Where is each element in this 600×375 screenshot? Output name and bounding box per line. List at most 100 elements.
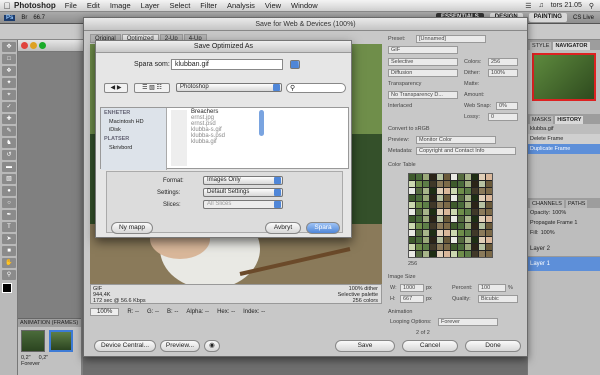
lossy-field[interactable]: 0 [488, 113, 518, 121]
color-swatch[interactable] [465, 237, 471, 243]
color-swatch[interactable] [416, 195, 422, 201]
anim-loop[interactable]: Forever [18, 361, 81, 367]
animation-frame-1[interactable] [21, 330, 45, 352]
color-swatch[interactable] [423, 216, 429, 222]
color-swatch[interactable] [423, 230, 429, 236]
info-time[interactable]: 172 sec @ 56.6 Kbps [93, 298, 146, 304]
color-swatch[interactable] [416, 188, 422, 194]
cancel-button[interactable]: Cancel [402, 340, 458, 352]
color-swatch[interactable] [451, 223, 457, 229]
color-swatch[interactable] [444, 188, 450, 194]
color-swatch[interactable] [430, 202, 436, 208]
color-swatch[interactable] [416, 223, 422, 229]
dodge-tool-icon[interactable]: ○ [2, 198, 16, 208]
color-swatch[interactable] [416, 230, 422, 236]
preview-button[interactable]: Preview... [160, 340, 200, 352]
color-swatch[interactable] [416, 174, 422, 180]
fill-value[interactable]: 100% [541, 230, 555, 236]
eyedropper-icon[interactable]: ✓ [2, 102, 16, 112]
color-swatch[interactable] [437, 181, 443, 187]
color-swatch[interactable] [465, 174, 471, 180]
history-brush-icon[interactable]: ↺ [2, 150, 16, 160]
browser-scrollbar[interactable] [259, 110, 264, 136]
color-swatch[interactable] [465, 230, 471, 236]
color-swatch[interactable] [444, 216, 450, 222]
color-swatch[interactable] [444, 223, 450, 229]
dialog-save-button[interactable]: Spara [306, 222, 340, 234]
browser-icon[interactable]: ◉ [204, 340, 220, 352]
minimize-window-icon[interactable] [30, 42, 37, 49]
save-button[interactable]: Save [335, 340, 395, 352]
color-swatch[interactable] [430, 251, 436, 257]
color-swatch[interactable] [423, 195, 429, 201]
color-swatch[interactable] [458, 188, 464, 194]
color-swatch[interactable] [451, 174, 457, 180]
color-swatch[interactable] [486, 251, 492, 257]
menu-view[interactable]: View [265, 1, 281, 10]
menu-select[interactable]: Select [169, 1, 190, 10]
color-swatch[interactable] [472, 181, 478, 187]
color-swatch[interactable] [444, 230, 450, 236]
color-swatch[interactable] [479, 188, 485, 194]
color-swatch[interactable] [458, 174, 464, 180]
color-swatch[interactable] [437, 202, 443, 208]
color-swatch[interactable] [409, 230, 415, 236]
color-swatch[interactable] [458, 209, 464, 215]
magic-wand-icon[interactable]: ✦ [2, 78, 16, 88]
navigator-thumbnail[interactable] [532, 53, 596, 101]
nav-back-forward[interactable]: ◀ ▶ [104, 83, 128, 93]
layer-row-selected[interactable]: Layer 1 [528, 257, 600, 271]
color-swatch[interactable] [451, 202, 457, 208]
done-button[interactable]: Done [465, 340, 521, 352]
color-swatch[interactable] [465, 209, 471, 215]
spotlight-icon[interactable]: ⚲ [589, 2, 594, 10]
color-swatch[interactable] [409, 174, 415, 180]
apple-icon[interactable]:  [0, 1, 14, 11]
color-swatch[interactable] [479, 202, 485, 208]
color-swatch[interactable] [479, 244, 485, 250]
color-swatch[interactable] [458, 195, 464, 201]
color-swatch[interactable] [458, 223, 464, 229]
color-swatch[interactable] [486, 230, 492, 236]
color-swatch[interactable] [409, 209, 415, 215]
color-swatch[interactable] [458, 202, 464, 208]
color-swatch[interactable] [444, 209, 450, 215]
color-swatch[interactable] [437, 237, 443, 243]
color-swatch[interactable] [451, 216, 457, 222]
color-swatch[interactable] [451, 188, 457, 194]
menu-file[interactable]: File [65, 1, 77, 10]
menu-analysis[interactable]: Analysis [227, 1, 255, 10]
zoom-level[interactable]: 66.7 [33, 15, 45, 21]
sidebar-item-idisk[interactable]: iDisk [101, 126, 166, 134]
width-field[interactable]: 1000 [400, 284, 424, 292]
color-swatch[interactable] [437, 230, 443, 236]
color-swatch[interactable] [472, 223, 478, 229]
color-swatch[interactable] [479, 230, 485, 236]
color-swatch[interactable] [465, 195, 471, 201]
color-swatch[interactable] [486, 244, 492, 250]
close-window-icon[interactable] [21, 42, 28, 49]
color-swatch[interactable] [409, 216, 415, 222]
reduction-select[interactable]: Selective [388, 58, 458, 66]
color-swatch[interactable] [472, 195, 478, 201]
zoom-window-icon[interactable] [39, 42, 46, 49]
color-swatch[interactable] [451, 209, 457, 215]
tab-paths[interactable]: PATHS [565, 200, 588, 208]
color-swatch[interactable] [479, 237, 485, 243]
transparency-checkbox[interactable]: Transparency [388, 81, 421, 87]
color-swatch[interactable] [486, 174, 492, 180]
color-swatch[interactable] [486, 237, 492, 243]
color-swatch[interactable] [416, 237, 422, 243]
color-swatch[interactable] [430, 188, 436, 194]
color-swatch[interactable] [409, 181, 415, 187]
color-swatch[interactable] [430, 195, 436, 201]
color-swatch[interactable] [416, 209, 422, 215]
color-swatch[interactable] [416, 181, 422, 187]
color-swatch[interactable] [451, 244, 457, 250]
color-swatch[interactable] [423, 181, 429, 187]
shape-tool-icon[interactable]: ■ [2, 246, 16, 256]
color-swatch[interactable] [458, 216, 464, 222]
move-tool-icon[interactable]: ✥ [2, 42, 16, 52]
color-swatch[interactable] [416, 244, 422, 250]
color-swatch[interactable] [486, 195, 492, 201]
